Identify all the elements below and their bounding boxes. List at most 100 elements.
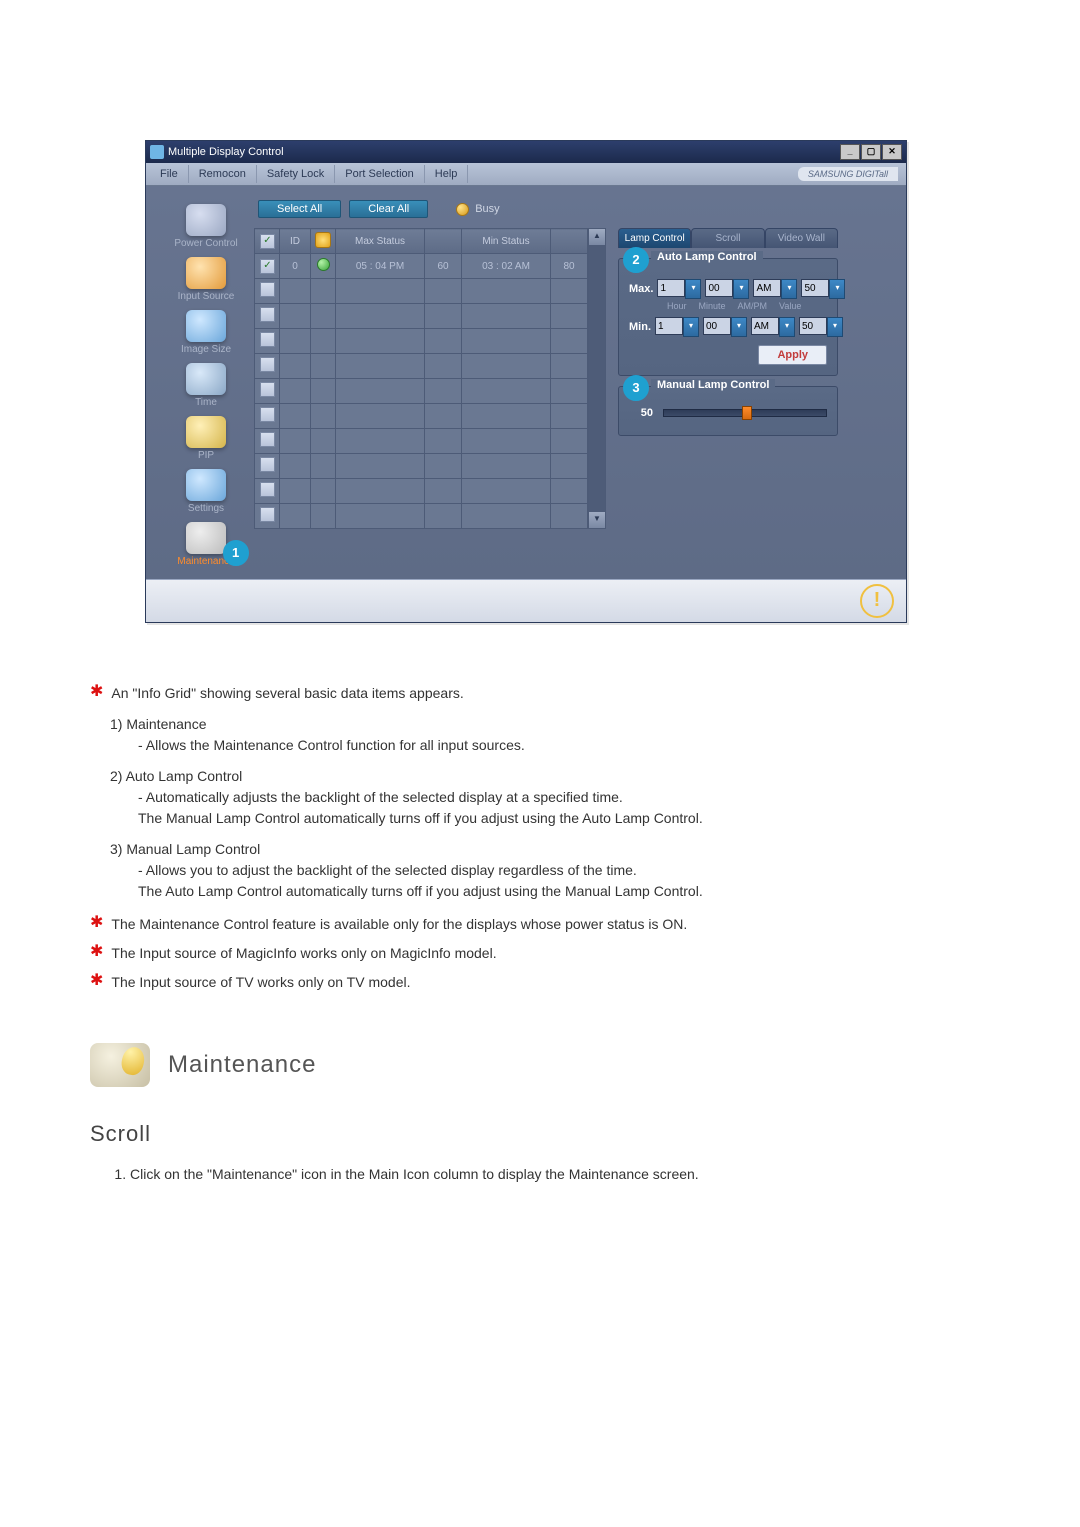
app-icon <box>150 145 164 159</box>
sidebar-item-input-source[interactable]: Input Source <box>178 257 235 302</box>
sidebar-item-settings[interactable]: Settings <box>186 469 226 514</box>
dropdown-icon[interactable]: ▾ <box>685 279 701 299</box>
titlebar: Multiple Display Control _ ▢ ✕ <box>146 141 906 163</box>
table-row[interactable] <box>255 379 588 404</box>
row-checkbox[interactable] <box>260 507 275 522</box>
tab-video-wall[interactable]: Video Wall <box>765 228 838 248</box>
step-1: Click on the "Maintenance" icon in the M… <box>130 1164 990 1185</box>
row-checkbox[interactable] <box>260 259 275 274</box>
table-row[interactable] <box>255 479 588 504</box>
grid-header-max-status: Max Status <box>336 229 425 254</box>
table-row[interactable] <box>255 354 588 379</box>
sidebar-item-maintenance[interactable]: Maintenance 1 <box>177 522 234 567</box>
power-icon <box>186 204 226 236</box>
callout-3: 3 <box>623 375 649 401</box>
max-value-input[interactable] <box>801 279 829 297</box>
row-checkbox[interactable] <box>260 332 275 347</box>
max-hour-input[interactable] <box>657 279 685 297</box>
doc-item-2-title: 2) Auto Lamp Control <box>110 766 990 787</box>
window-minimize-icon[interactable]: _ <box>840 144 860 160</box>
grid-header-min-status: Min Status <box>462 229 551 254</box>
min-hour-input[interactable] <box>655 317 683 335</box>
dropdown-icon[interactable]: ▾ <box>829 279 845 299</box>
manual-lamp-slider[interactable] <box>663 409 827 417</box>
dropdown-icon[interactable]: ▾ <box>781 279 797 299</box>
max-ampm-input[interactable] <box>753 279 781 297</box>
dropdown-icon[interactable]: ▾ <box>731 317 747 337</box>
image-size-icon <box>186 310 226 342</box>
table-row[interactable] <box>255 429 588 454</box>
menu-file[interactable]: File <box>150 165 189 183</box>
min-ampm-input[interactable] <box>751 317 779 335</box>
section-heading: Maintenance <box>90 1043 990 1087</box>
star-icon: ✱ <box>90 943 103 961</box>
min-minute-input[interactable] <box>703 317 731 335</box>
doc-line: The Maintenance Control feature is avail… <box>111 914 687 935</box>
dropdown-icon[interactable]: ▾ <box>683 317 699 337</box>
row-checkbox[interactable] <box>260 282 275 297</box>
row-checkbox[interactable] <box>260 407 275 422</box>
menu-help[interactable]: Help <box>425 165 469 183</box>
apply-button[interactable]: Apply <box>758 345 827 365</box>
row-checkbox[interactable] <box>260 382 275 397</box>
row-checkbox[interactable] <box>260 432 275 447</box>
table-row[interactable] <box>255 304 588 329</box>
table-row[interactable] <box>255 404 588 429</box>
doc-line: The Input source of MagicInfo works only… <box>111 943 496 964</box>
status-header-icon <box>315 232 331 248</box>
busy-icon <box>456 203 469 216</box>
row-status-icon <box>317 258 330 271</box>
clear-all-button[interactable]: Clear All <box>349 200 428 218</box>
app-window: Multiple Display Control _ ▢ ✕ File Remo… <box>145 140 907 623</box>
sidebar-item-time[interactable]: Time <box>186 363 226 408</box>
window-close-icon[interactable]: ✕ <box>882 144 902 160</box>
sidebar-item-image-size[interactable]: Image Size <box>181 310 231 355</box>
row-checkbox[interactable] <box>260 307 275 322</box>
doc-item-3-title: 3) Manual Lamp Control <box>110 839 990 860</box>
min-value-input[interactable] <box>799 317 827 335</box>
tab-scroll[interactable]: Scroll <box>691 228 764 248</box>
table-row[interactable] <box>255 454 588 479</box>
slider-thumb-icon[interactable] <box>742 406 752 420</box>
table-row[interactable] <box>255 279 588 304</box>
maintenance-icon <box>186 522 226 554</box>
scroll-up-icon[interactable]: ▲ <box>589 229 605 245</box>
sidebar-item-power-control[interactable]: Power Control <box>174 204 237 249</box>
table-row[interactable]: 0 05 : 04 PM 60 03 : 02 AM 80 <box>255 254 588 279</box>
row-id: 0 <box>280 254 311 279</box>
scroll-down-icon[interactable]: ▼ <box>589 512 605 528</box>
row-checkbox[interactable] <box>260 357 275 372</box>
menu-safety-lock[interactable]: Safety Lock <box>257 165 335 183</box>
doc-item-1-dash: - Allows the Maintenance Control functio… <box>138 735 990 756</box>
sidebar-item-pip[interactable]: PIP <box>186 416 226 461</box>
star-icon: ✱ <box>90 972 103 990</box>
window-maximize-icon[interactable]: ▢ <box>861 144 881 160</box>
menubar: File Remocon Safety Lock Port Selection … <box>146 163 906 186</box>
menu-port-selection[interactable]: Port Selection <box>335 165 424 183</box>
menu-remocon[interactable]: Remocon <box>189 165 257 183</box>
select-all-button[interactable]: Select All <box>258 200 341 218</box>
doc-item-2-dash-a: - Automatically adjusts the backlight of… <box>138 787 990 808</box>
settings-icon <box>186 469 226 501</box>
row-checkbox[interactable] <box>260 482 275 497</box>
warning-icon: ! <box>860 584 894 618</box>
input-source-icon <box>186 257 226 289</box>
tab-lamp-control[interactable]: Lamp Control <box>618 228 691 248</box>
sidebar: Power Control Input Source Image Size Ti… <box>158 198 254 567</box>
doc-item-3-dash-a: - Allows you to adjust the backlight of … <box>138 860 990 881</box>
table-row[interactable] <box>255 329 588 354</box>
busy-indicator: Busy <box>456 203 499 216</box>
row-max-time: 05 : 04 PM <box>336 254 425 279</box>
time-icon <box>186 363 226 395</box>
max-minute-input[interactable] <box>705 279 733 297</box>
callout-2: 2 <box>623 247 649 273</box>
row-checkbox[interactable] <box>260 457 275 472</box>
dropdown-icon[interactable]: ▾ <box>779 317 795 337</box>
callout-1: 1 <box>223 540 249 566</box>
grid-scrollbar[interactable]: ▲ ▼ <box>588 228 606 529</box>
dropdown-icon[interactable]: ▾ <box>827 317 843 337</box>
grid-header-checkall[interactable] <box>255 229 280 254</box>
dropdown-icon[interactable]: ▾ <box>733 279 749 299</box>
star-icon: ✱ <box>90 914 103 932</box>
table-row[interactable] <box>255 504 588 529</box>
